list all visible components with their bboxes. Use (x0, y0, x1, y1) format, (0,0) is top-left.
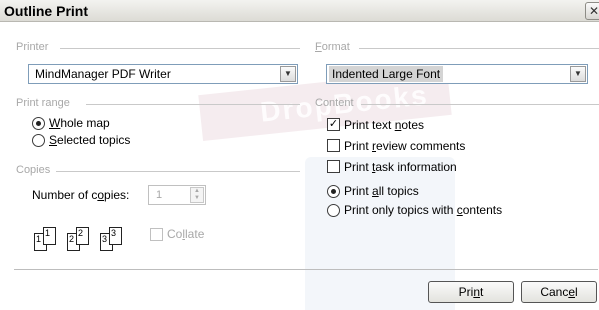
footer-divider (14, 269, 598, 270)
print-text-notes-checkbox[interactable]: ✓ (327, 118, 340, 131)
format-select-value: Indented Large Font (329, 66, 444, 82)
print-all-topics-label[interactable]: Print all topics (344, 184, 419, 198)
print-text-notes-label[interactable]: Print text notes (344, 118, 424, 132)
format-select[interactable]: Indented Large Font ▼ (326, 64, 588, 84)
copies-spinner[interactable]: 1 ▲ ▼ (148, 185, 206, 205)
selected-topics-label[interactable]: Selected topics (49, 133, 130, 147)
copies-group-rule (56, 171, 300, 172)
title-bar: Outline Print ✕ (0, 0, 599, 22)
print-task-information-label[interactable]: Print task information (344, 160, 457, 174)
printer-select-value: MindManager PDF Writer (35, 67, 171, 81)
print-button[interactable]: Print (428, 281, 514, 303)
print-task-information-checkbox[interactable] (327, 160, 340, 173)
selected-topics-radio[interactable] (32, 134, 45, 147)
content-group-label: Content (315, 97, 354, 109)
window-title: Outline Print (4, 3, 88, 19)
collate-pages-icon: 1 1 2 2 3 3 (34, 223, 144, 255)
print-topics-with-contents-label[interactable]: Print only topics with contents (344, 203, 502, 217)
dialog-body: DropBooks Printer MindManager PDF Writer… (0, 22, 599, 310)
spin-arrows-icon[interactable]: ▲ ▼ (190, 187, 204, 203)
print-all-topics-radio[interactable] (327, 185, 340, 198)
format-group-label: Format (315, 41, 350, 53)
chevron-down-icon[interactable]: ▼ (570, 66, 586, 82)
whole-map-radio[interactable] (32, 117, 45, 130)
printer-select[interactable]: MindManager PDF Writer ▼ (28, 64, 298, 84)
number-of-copies-label: Number of copies: (32, 188, 130, 202)
print-topics-with-contents-radio[interactable] (327, 204, 340, 217)
print-review-comments-label[interactable]: Print review comments (344, 139, 465, 153)
printer-group-rule (60, 48, 300, 49)
printer-group-label: Printer (16, 41, 49, 53)
print-range-group-rule (86, 104, 300, 105)
chevron-down-icon[interactable]: ▼ (280, 66, 296, 82)
print-range-group-label: Print range (16, 97, 70, 109)
collate-checkbox[interactable] (150, 228, 163, 241)
format-group-rule (359, 48, 599, 49)
content-group-rule (361, 104, 599, 105)
print-review-comments-checkbox[interactable] (327, 139, 340, 152)
cancel-button[interactable]: Cancel (521, 281, 597, 303)
copies-group-label: Copies (16, 164, 51, 176)
whole-map-label[interactable]: Whole map (49, 116, 110, 130)
collate-label[interactable]: Collate (167, 227, 204, 241)
copies-value: 1 (156, 189, 163, 201)
close-icon[interactable]: ✕ (585, 2, 599, 20)
